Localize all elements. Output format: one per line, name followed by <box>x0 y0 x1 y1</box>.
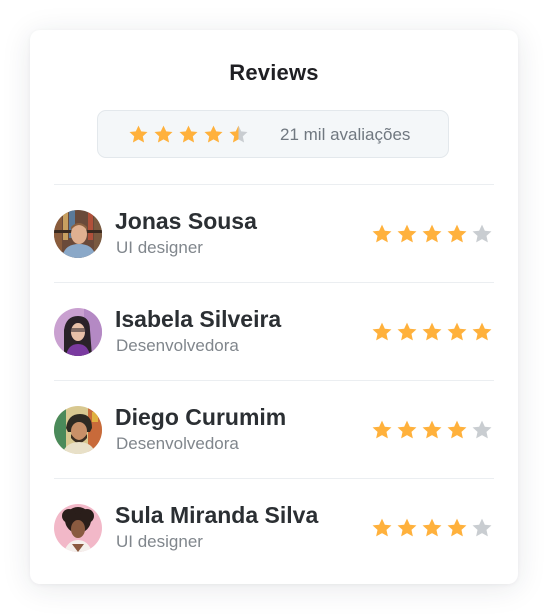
review-item: Sula Miranda Silva UI designer <box>54 479 494 577</box>
star-empty-icon <box>472 224 492 243</box>
review-item: Isabela Silveira Desenvolvedora <box>54 283 494 381</box>
star-filled-icon <box>372 518 392 537</box>
star-filled-icon <box>397 322 417 341</box>
avatar-photo-icon <box>54 210 102 258</box>
avatar <box>54 210 102 258</box>
reviewer-role: Desenvolvedora <box>116 336 239 355</box>
reviews-card: Reviews 21 mil avaliações Jonas Sousa UI… <box>30 30 518 584</box>
avatar <box>54 504 102 552</box>
star-filled-icon <box>447 518 467 537</box>
star-filled-icon <box>372 322 392 341</box>
reviewer-role: UI designer <box>116 238 203 257</box>
star-filled-icon <box>397 224 417 243</box>
reviewer-name: Diego Curumim <box>115 404 287 430</box>
reviewer-role: Desenvolvedora <box>116 434 239 453</box>
reviewer-name: Sula Miranda Silva <box>115 502 319 528</box>
review-item: Jonas Sousa UI designer <box>54 185 494 283</box>
star-filled-icon <box>422 322 442 341</box>
avatar-photo-icon <box>54 406 102 454</box>
rating-summary: 21 mil avaliações <box>97 110 449 158</box>
reviewer-star-rating <box>371 321 496 343</box>
star-filled-icon <box>154 125 173 143</box>
reviewer-star-rating <box>371 419 496 441</box>
review-count: 21 mil avaliações <box>280 125 411 144</box>
review-item: Diego Curumim Desenvolvedora <box>54 381 494 479</box>
avatar <box>54 406 102 454</box>
reviewer-name: Isabela Silveira <box>115 306 282 332</box>
star-filled-icon <box>422 518 442 537</box>
star-filled-icon <box>372 224 392 243</box>
avatar-photo-icon <box>54 504 102 552</box>
summary-star-rating <box>128 124 253 145</box>
star-filled-icon <box>422 224 442 243</box>
star-empty-icon <box>472 518 492 537</box>
star-empty-icon <box>472 420 492 439</box>
star-filled-icon <box>179 125 198 143</box>
star-filled-icon <box>447 420 467 439</box>
reviewer-role: UI designer <box>116 532 203 551</box>
reviewer-name: Jonas Sousa <box>115 208 257 234</box>
star-filled-icon <box>447 224 467 243</box>
star-filled-icon <box>129 125 148 143</box>
star-filled-icon <box>447 322 467 341</box>
avatar-photo-icon <box>54 308 102 356</box>
star-filled-icon <box>472 322 492 341</box>
avatar <box>54 308 102 356</box>
reviewer-star-rating <box>371 517 496 539</box>
star-filled-icon <box>204 125 223 143</box>
star-filled-icon <box>372 420 392 439</box>
star-filled-icon <box>397 420 417 439</box>
reviews-title: Reviews <box>229 60 319 85</box>
star-filled-icon <box>397 518 417 537</box>
reviewer-star-rating <box>371 223 496 245</box>
star-half-icon <box>229 125 248 143</box>
star-filled-icon <box>422 420 442 439</box>
